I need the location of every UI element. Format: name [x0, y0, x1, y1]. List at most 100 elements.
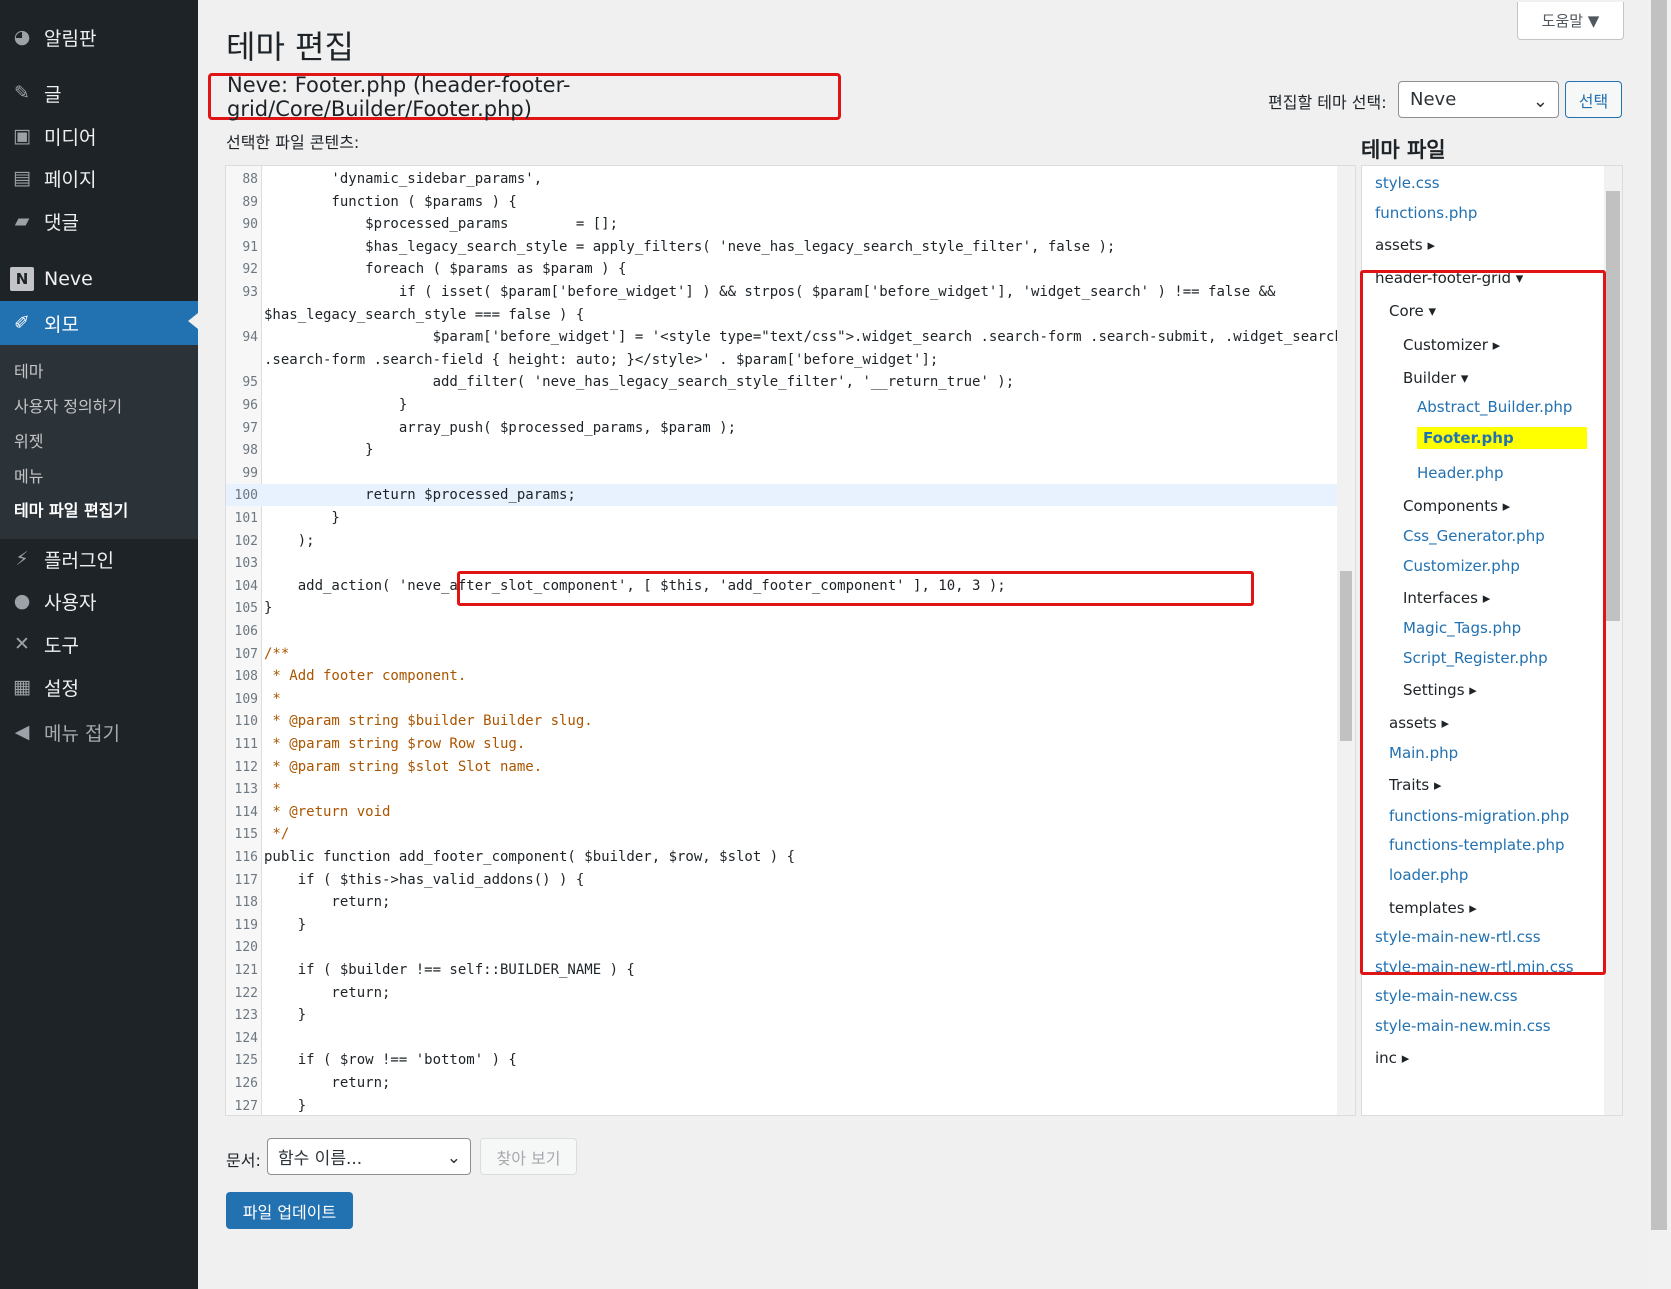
code-line[interactable]: 123 } — [226, 1004, 1339, 1026]
menu-comments[interactable]: ▰ 댓글 — [0, 201, 198, 241]
menu-pages[interactable]: ▤ 페이지 — [0, 158, 198, 198]
code-line[interactable]: 109 * — [226, 688, 1339, 710]
code-line[interactable]: 110 * @param string $builder Builder slu… — [226, 710, 1339, 732]
menu-label: 사용자 — [44, 591, 97, 614]
select-theme-button[interactable]: 선택 — [1565, 81, 1622, 118]
menu-dashboard[interactable]: ◕ 알림판 — [0, 17, 198, 57]
code-text: * — [264, 781, 281, 798]
line-number: 108 — [234, 669, 258, 685]
code-line[interactable]: 108 * Add footer component. — [226, 665, 1339, 687]
code-line[interactable]: 111 * @param string $row Row slug. — [226, 733, 1339, 755]
menu-settings[interactable]: ▦ 설정 — [0, 667, 198, 707]
submenu-customize[interactable]: 사용자 정의하기 — [14, 393, 122, 417]
code-text: foreach ( $params as $param ) { — [264, 261, 627, 278]
menu-label: 외모 — [44, 313, 79, 336]
menu-collapse[interactable]: ◀ 메뉴 접기 — [0, 712, 198, 752]
code-line[interactable]: $has_legacy_search_style === false ) { — [226, 304, 1339, 326]
line-number: 125 — [234, 1053, 258, 1069]
code-line[interactable]: 90 $processed_params = []; — [226, 213, 1339, 235]
code-line[interactable]: 107 /** — [226, 643, 1339, 665]
code-line[interactable]: 98 } — [226, 439, 1339, 461]
tree-scrollbar[interactable] — [1604, 166, 1622, 1115]
code-line[interactable]: 95 add_filter( 'neve_has_legacy_search_s… — [226, 371, 1339, 393]
line-number: 112 — [234, 759, 258, 775]
code-line[interactable]: 125 if ( $row !== 'bottom' ) { — [226, 1049, 1339, 1071]
code-line[interactable]: 100 return $processed_params; — [226, 484, 1339, 507]
menu-neve[interactable]: N Neve — [0, 259, 198, 299]
code-line[interactable]: .search-form .search-field { height: aut… — [226, 349, 1339, 371]
tree-scroll-thumb[interactable] — [1606, 191, 1620, 621]
tree-folder[interactable]: inc ▸ — [1375, 1049, 1409, 1067]
line-number: 91 — [242, 239, 258, 255]
code-line[interactable]: 102 ); — [226, 530, 1339, 552]
code-line[interactable]: 117 if ( $this->has_valid_addons() ) { — [226, 869, 1339, 891]
code-text: * @return void — [264, 803, 391, 820]
menu-label: 댓글 — [44, 211, 79, 234]
code-line[interactable]: 122 return; — [226, 982, 1339, 1004]
tree-file[interactable]: style-main-new.css — [1375, 987, 1518, 1005]
lookup-button[interactable]: 찾아 보기 — [480, 1138, 577, 1175]
code-line[interactable]: 94 $param['before_widget'] = '<style typ… — [226, 326, 1343, 348]
tree-file[interactable]: functions.php — [1375, 204, 1477, 222]
code-line[interactable]: 119 } — [226, 914, 1339, 936]
code-line[interactable]: 106 — [226, 620, 1339, 642]
code-line[interactable]: 121 if ( $builder !== self::BUILDER_NAME… — [226, 959, 1339, 981]
help-tab-button[interactable]: 도움말 ▼ — [1517, 2, 1624, 40]
theme-select-label: 편집할 테마 선택: — [1268, 93, 1387, 112]
tree-file[interactable]: style-main-new.min.css — [1375, 1017, 1551, 1035]
menu-appearance[interactable]: ✐ 외모 — [0, 301, 198, 345]
code-line[interactable]: 112 * @param string $slot Slot name. — [226, 756, 1339, 778]
code-text: $param['before_widget'] = '<style type="… — [264, 329, 1343, 346]
line-number: 104 — [234, 578, 258, 594]
code-text: * — [264, 690, 281, 707]
function-select-value: 함수 이름... — [278, 1149, 363, 1169]
function-name-select[interactable]: 함수 이름... ⌄ — [267, 1138, 471, 1175]
code-line[interactable]: 115 */ — [226, 823, 1339, 845]
line-number: 121 — [234, 963, 258, 978]
menu-media[interactable]: ▣ 미디어 — [0, 116, 198, 156]
menu-tools[interactable]: ✕ 도구 — [0, 624, 198, 664]
code-line[interactable]: 124 — [226, 1027, 1339, 1049]
code-text: } — [264, 442, 374, 459]
pin-icon: ✎ — [14, 82, 30, 104]
code-text: array_push( $processed_params, $param ); — [264, 419, 737, 436]
submenu-themes[interactable]: 테마 — [14, 358, 43, 382]
theme-select[interactable]: Neve ⌄ — [1398, 81, 1559, 118]
code-line[interactable]: 96 } — [226, 394, 1339, 416]
code-editor[interactable]: 88 'dynamic_sidebar_params', 89 function … — [225, 165, 1356, 1116]
code-line[interactable]: 118 return; — [226, 891, 1339, 913]
tree-folder[interactable]: assets ▸ — [1375, 236, 1435, 254]
code-line[interactable]: 116 public function add_footer_component(… — [226, 846, 1339, 868]
code-line[interactable]: 97 array_push( $processed_params, $param… — [226, 417, 1339, 439]
code-line[interactable]: 92 foreach ( $params as $param ) { — [226, 258, 1339, 280]
code-line[interactable]: 120 — [226, 936, 1339, 958]
file-content-label: 선택한 파일 콘텐츠: — [226, 133, 360, 152]
code-line[interactable]: 88 'dynamic_sidebar_params', — [226, 168, 1339, 190]
line-number: 94 — [242, 330, 258, 346]
code-line[interactable]: 89 function ( $params ) { — [226, 191, 1339, 213]
code-line[interactable]: 114 * @return void — [226, 801, 1339, 823]
editor-scrollbar[interactable] — [1337, 166, 1355, 1115]
code-line[interactable]: 113 * — [226, 778, 1339, 800]
line-number: 98 — [242, 443, 258, 459]
menu-label: 미디어 — [44, 126, 97, 149]
code-line[interactable]: 127 } — [226, 1095, 1339, 1115]
menu-posts[interactable]: ✎ 글 — [0, 73, 198, 113]
menu-plugins[interactable]: ⚡ 플러그인 — [0, 539, 198, 579]
update-file-button[interactable]: 파일 업데이트 — [226, 1192, 353, 1229]
code-line[interactable]: 126 return; — [226, 1072, 1339, 1094]
editor-scroll-thumb[interactable] — [1340, 571, 1352, 741]
code-line[interactable]: 91 $has_legacy_search_style = apply_filt… — [226, 236, 1339, 258]
submenu-menus[interactable]: 메뉴 — [14, 463, 43, 487]
page-scrollbar[interactable] — [1647, 0, 1671, 1289]
settings-icon: ▦ — [13, 676, 31, 698]
submenu-widgets[interactable]: 위젯 — [14, 428, 43, 452]
submenu-theme-file-editor[interactable]: 테마 파일 편집기 — [14, 497, 128, 521]
code-text: * @param string $row Row slug. — [264, 736, 526, 752]
page-scroll-thumb[interactable] — [1651, 0, 1667, 1230]
tree-file[interactable]: style.css — [1375, 174, 1440, 192]
menu-users[interactable]: ● 사용자 — [0, 581, 198, 621]
code-line[interactable]: 93 if ( isset( $param['before_widget'] )… — [226, 281, 1339, 303]
code-line[interactable]: 99 — [226, 462, 1339, 484]
code-line[interactable]: 101 } — [226, 507, 1339, 529]
